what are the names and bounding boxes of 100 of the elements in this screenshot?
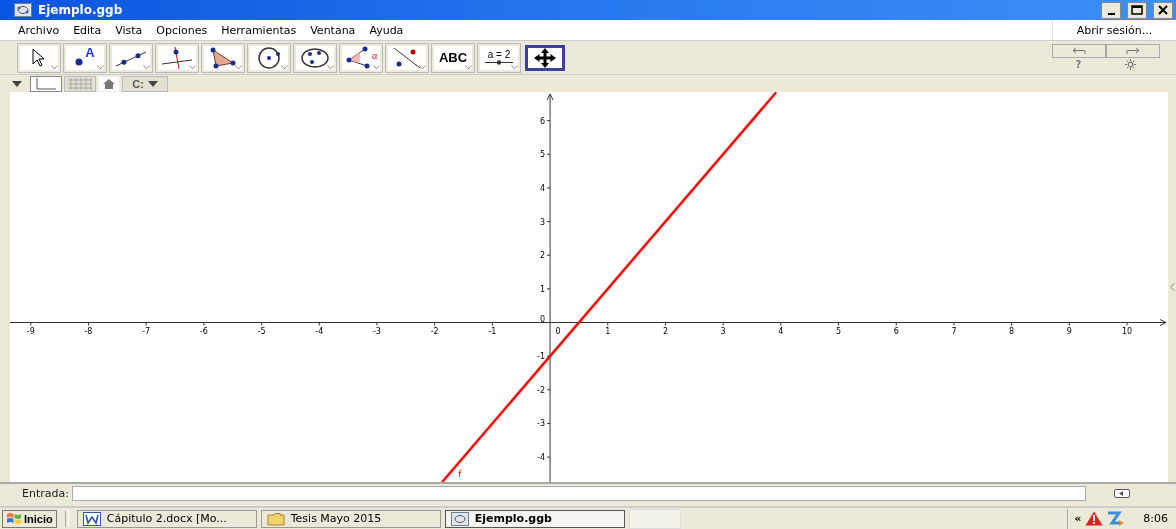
slider-label: a = 2 [487, 50, 511, 60]
menu-item[interactable]: Ventana [310, 23, 356, 37]
x-tick-label: 3 [720, 326, 726, 336]
menu-item[interactable]: Vista [115, 23, 143, 37]
dropdown-corner-icon [189, 64, 196, 70]
app-icon [14, 3, 32, 17]
axes-toggle[interactable] [30, 75, 62, 92]
dropdown-corner-icon [235, 64, 242, 70]
y-tick-label: 3 [539, 217, 546, 227]
keyboard-icon [1113, 488, 1130, 498]
document-icon [82, 511, 101, 526]
tool-button[interactable] [293, 42, 337, 73]
cursor-arrow-icon [32, 47, 46, 68]
minimize-icon [1107, 12, 1115, 15]
toggle-triangle-icon[interactable] [12, 80, 22, 87]
app-icon [450, 511, 469, 526]
x-tick-label: -1 [488, 326, 497, 336]
y-tick-label: 0 [539, 314, 546, 324]
input-field[interactable] [71, 485, 1086, 501]
point-letter: A [85, 45, 95, 60]
network-tray-icon[interactable] [1107, 511, 1126, 526]
dropdown-corner-icon [51, 64, 58, 70]
y-tick-label: 2 [539, 251, 546, 261]
x-tick-label: 2 [662, 326, 668, 336]
reflect-line-icon [391, 45, 423, 70]
y-tick-label: 5 [539, 150, 546, 160]
x-tick-label: -7 [142, 326, 151, 336]
tool-button[interactable]: ABC [431, 42, 475, 73]
angle-letter: α [371, 50, 378, 61]
function-label: f [458, 469, 462, 479]
window-title: Ejemplo.ggb [38, 3, 123, 17]
perpendicular-line-icon [161, 45, 193, 70]
home-button[interactable] [98, 75, 120, 92]
settings-icon[interactable] [1125, 59, 1137, 70]
y-tick-label: 1 [539, 284, 546, 294]
tool-button[interactable]: a = 2 [477, 42, 521, 73]
x-tick-label: 1 [605, 326, 611, 336]
close-button[interactable] [1153, 1, 1173, 19]
tool-button[interactable] [109, 42, 153, 73]
dropdown-corner-icon [327, 64, 334, 70]
menu-item[interactable]: Archivo [18, 23, 60, 37]
x-tick-label: -3 [372, 326, 381, 336]
move-arrows-icon [534, 47, 556, 68]
menu-item[interactable]: Herramientas [221, 23, 297, 37]
warning-icon[interactable] [1085, 511, 1104, 526]
y-tick-label: -1 [537, 352, 546, 362]
x-tick-label: 8 [1009, 326, 1015, 336]
tray-expand-button[interactable]: « [1074, 512, 1082, 525]
tool-button[interactable] [385, 42, 429, 73]
x-tick-label: 6 [893, 326, 899, 336]
menu-item[interactable]: Edita [73, 23, 102, 37]
x-tick-label: -8 [84, 326, 93, 336]
tool-button[interactable] [155, 42, 199, 73]
x-tick-label: -5 [257, 326, 266, 336]
caret-icon [147, 80, 158, 87]
start-button[interactable]: Inicio [2, 509, 57, 528]
grid-toggle[interactable] [64, 75, 96, 92]
point-icon [75, 57, 84, 66]
x-tick-label: 10 [1121, 326, 1133, 336]
x-tick-label: -4 [315, 326, 324, 336]
maximize-button[interactable] [1127, 1, 1147, 19]
menu-item[interactable]: Ayuda [369, 23, 404, 37]
dropdown-corner-icon [143, 64, 150, 70]
x-tick-label: 9 [1066, 326, 1072, 336]
home-icon [103, 78, 115, 89]
taskbar-button[interactable]: Ejemplo.ggb [444, 509, 625, 528]
grid-icon [68, 77, 92, 90]
dropdown-corner-icon [373, 64, 380, 70]
slider-icon [485, 60, 513, 65]
x-tick-label: -2 [430, 326, 439, 336]
windows-flag-icon [6, 512, 22, 525]
dropdown-corner-icon [465, 64, 472, 70]
input-label: Entrada: [22, 486, 69, 500]
point-capture-dropdown[interactable]: C: [122, 75, 168, 92]
taskbar-button[interactable]: Tesis Mayo 2015 [260, 509, 441, 528]
maximize-icon [1131, 5, 1143, 15]
tool-button[interactable] [525, 44, 565, 71]
x-tick-label: 7 [951, 326, 957, 336]
x-tick-label: -6 [199, 326, 208, 336]
tool-button[interactable]: A [63, 42, 107, 73]
dropdown-corner-icon [281, 64, 288, 70]
close-icon [1158, 5, 1168, 15]
x-tick-label: 5 [836, 326, 842, 336]
undo-icon [1072, 46, 1086, 55]
tool-button[interactable]: α [339, 42, 383, 73]
dropdown-corner-icon [419, 64, 426, 70]
menu-item[interactable]: Opciones [156, 23, 208, 37]
minimize-button[interactable] [1101, 1, 1121, 19]
y-tick-label: -2 [537, 385, 546, 395]
tool-button[interactable] [201, 42, 245, 73]
folder-icon [266, 511, 285, 526]
clock: 8:06 [1143, 512, 1168, 525]
dropdown-corner-icon [97, 64, 104, 70]
y-tick-label: -4 [537, 453, 546, 463]
y-tick-label: -3 [537, 419, 546, 429]
tool-button[interactable] [247, 42, 291, 73]
taskbar-button[interactable]: Cápitulo 2.docx [Mo... [76, 509, 257, 528]
redo-icon [1126, 46, 1140, 55]
help-button[interactable]: ? [1075, 59, 1082, 70]
y-tick-label: 4 [539, 183, 546, 193]
